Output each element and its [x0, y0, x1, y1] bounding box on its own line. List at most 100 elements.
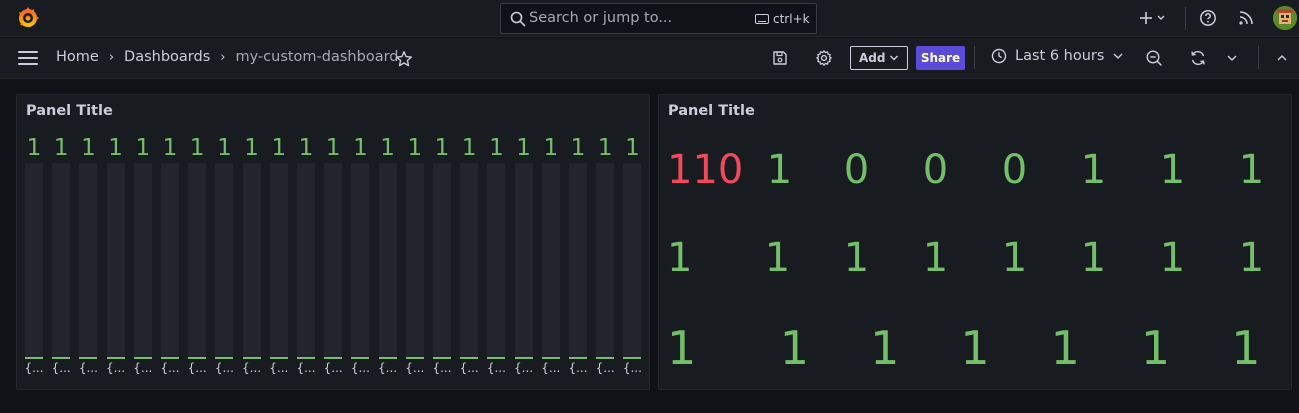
stat-panel[interactable]: Panel Title 110 1 0 0 0 1 1 1 1 1 1 1 1 1 1 1 1 1 1 1 1 1 1 — [658, 94, 1292, 390]
panel-title[interactable]: Panel Title — [668, 103, 755, 119]
stat-value: 0 — [922, 147, 949, 193]
grafana-logo-icon[interactable] — [16, 6, 40, 30]
bar-value: 1 — [625, 135, 640, 161]
bar-track — [460, 163, 479, 359]
bar-value: 1 — [298, 135, 314, 161]
bar-label: {... — [378, 361, 398, 375]
bar-fill — [596, 357, 615, 359]
bar-fill — [433, 357, 451, 359]
bar-value: 1 — [162, 135, 178, 161]
bar-track — [161, 163, 179, 359]
rss-icon[interactable] — [1236, 8, 1256, 28]
breadcrumb-home[interactable]: Home — [56, 49, 99, 65]
top-nav-bar: Search or jump to... ctrl+k — [0, 0, 1299, 37]
bar-value: 1 — [135, 135, 151, 161]
search-placeholder: Search or jump to... — [529, 10, 673, 26]
bar-value: 1 — [380, 135, 395, 161]
bar-label: {... — [242, 361, 262, 375]
stat-value: 1 — [779, 321, 810, 375]
time-range-picker[interactable]: Last 6 hours — [991, 48, 1124, 64]
bar-fill — [188, 357, 207, 359]
bar-value: 1 — [570, 135, 586, 161]
add-button[interactable]: Add — [850, 46, 909, 70]
bar-track — [514, 163, 533, 359]
bar-fill — [25, 357, 43, 359]
bar-fill — [351, 357, 370, 359]
stat-value: 1 — [1159, 147, 1186, 193]
bar-label: {... — [432, 361, 452, 375]
bar-fill — [79, 357, 98, 359]
panel-title[interactable]: Panel Title — [26, 103, 113, 119]
gear-icon[interactable] — [815, 49, 833, 67]
bar-fill — [541, 357, 560, 359]
bar-label: {... — [269, 361, 289, 375]
stat-value: 1 — [1159, 235, 1186, 281]
bar-value: 1 — [271, 135, 287, 161]
bar-label: {... — [568, 361, 588, 375]
share-button[interactable]: Share — [916, 46, 965, 70]
stat-value: 1 — [1238, 147, 1265, 193]
breadcrumb-current: my-custom-dashboard — [235, 49, 399, 65]
bar-fill — [569, 357, 587, 359]
bar-value: 1 — [217, 135, 232, 161]
bar-track — [405, 163, 424, 359]
bar-fill — [133, 357, 152, 359]
stat-value: 1 — [667, 235, 693, 281]
bar-track — [215, 163, 234, 359]
bar-track — [106, 163, 125, 359]
menu-icon[interactable] — [18, 51, 38, 65]
chevron-down-icon[interactable] — [1223, 49, 1241, 67]
bar-value: 1 — [516, 135, 531, 161]
stat-value: 1 — [766, 147, 793, 193]
save-icon[interactable] — [771, 49, 789, 67]
shortcut-text: ctrl+k — [773, 12, 810, 26]
chevron-up-icon[interactable] — [1273, 49, 1291, 67]
bar-track — [297, 163, 315, 359]
bar-label: {... — [51, 361, 71, 375]
bar-value: 1 — [325, 135, 341, 161]
bar-fill — [487, 357, 506, 359]
stat-value: 0 — [1001, 147, 1028, 193]
bar-track — [623, 163, 642, 359]
bar-fill — [514, 357, 533, 359]
stat-value: 1 — [1001, 235, 1028, 281]
bar-label: {... — [459, 361, 479, 375]
avatar[interactable] — [1273, 6, 1297, 30]
breadcrumb-dashboards[interactable]: Dashboards — [124, 49, 210, 65]
new-menu-button[interactable] — [1139, 8, 1169, 28]
bar-gauge-panel[interactable]: Panel Title 1 {... 1 {... 1 {... 1 {... 1 {... 1 {.… — [16, 94, 650, 390]
chevron-right-icon: › — [220, 49, 226, 65]
bar-value: 1 — [26, 135, 42, 161]
bar-label: {... — [133, 361, 153, 375]
add-label: Add — [859, 51, 886, 65]
bar-track — [269, 163, 288, 359]
bar-label: {... — [350, 361, 370, 375]
breadcrumb: Home › Dashboards › my-custom-dashboard — [56, 49, 399, 65]
refresh-icon[interactable] — [1189, 49, 1207, 67]
divider — [974, 46, 975, 69]
zoom-out-icon[interactable] — [1145, 49, 1163, 67]
bar-label: {... — [187, 361, 207, 375]
divider — [1185, 7, 1186, 30]
bar-fill — [297, 357, 315, 359]
star-icon[interactable] — [395, 50, 413, 68]
bar-fill — [405, 357, 424, 359]
help-icon[interactable] — [1198, 8, 1218, 28]
divider — [1258, 46, 1259, 69]
bar-label: {... — [405, 361, 425, 375]
stat-value: 1 — [1231, 321, 1261, 375]
stat-value: 1 — [1238, 235, 1265, 281]
clock-icon — [991, 48, 1007, 64]
stat-value: 1 — [1050, 321, 1080, 375]
bar-track — [133, 163, 152, 359]
bar-track — [569, 163, 587, 359]
stat-value: 1 — [1140, 321, 1171, 375]
bar-fill — [460, 357, 479, 359]
stat-value: 110 — [667, 147, 744, 193]
bar-value: 1 — [407, 135, 423, 161]
bar-label: {... — [106, 361, 126, 375]
bar-label: {... — [160, 361, 180, 375]
search-box[interactable]: Search or jump to... ctrl+k — [500, 3, 817, 34]
bar-value: 1 — [353, 135, 368, 161]
bar-label: {... — [24, 361, 44, 375]
